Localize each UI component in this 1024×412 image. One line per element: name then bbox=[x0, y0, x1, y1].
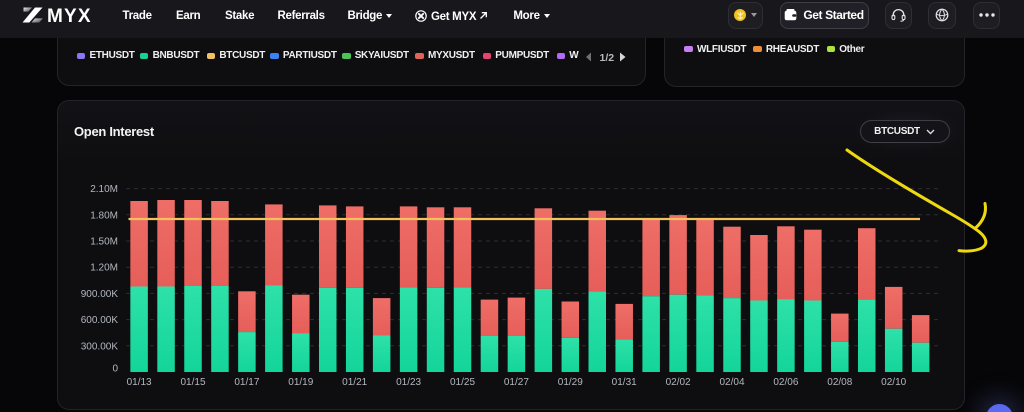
svg-text:01/23: 01/23 bbox=[396, 377, 421, 388]
svg-text:01/19: 01/19 bbox=[288, 377, 313, 388]
svg-text:01/17: 01/17 bbox=[234, 377, 259, 388]
svg-text:300.00K: 300.00K bbox=[81, 341, 119, 352]
svg-text:02/04: 02/04 bbox=[719, 377, 744, 388]
svg-text:900.00K: 900.00K bbox=[81, 289, 119, 300]
svg-text:01/29: 01/29 bbox=[558, 377, 583, 388]
svg-text:1.50M: 1.50M bbox=[90, 237, 118, 248]
svg-text:01/21: 01/21 bbox=[342, 377, 367, 388]
svg-text:01/13: 01/13 bbox=[127, 377, 152, 388]
svg-text:02/10: 02/10 bbox=[881, 377, 906, 388]
svg-text:02/08: 02/08 bbox=[827, 377, 852, 388]
svg-text:2.10M: 2.10M bbox=[90, 184, 118, 195]
svg-text:1.80M: 1.80M bbox=[90, 210, 118, 221]
svg-text:1.20M: 1.20M bbox=[90, 263, 118, 274]
svg-text:600.00K: 600.00K bbox=[81, 315, 119, 326]
svg-text:01/31: 01/31 bbox=[612, 377, 637, 388]
svg-text:01/25: 01/25 bbox=[450, 377, 475, 388]
svg-text:01/27: 01/27 bbox=[504, 377, 529, 388]
svg-text:1/2: 1/2 bbox=[600, 52, 615, 63]
svg-text:0: 0 bbox=[112, 364, 118, 375]
svg-text:01/15: 01/15 bbox=[180, 377, 205, 388]
svg-text:02/02: 02/02 bbox=[666, 377, 691, 388]
svg-text:02/06: 02/06 bbox=[773, 377, 798, 388]
